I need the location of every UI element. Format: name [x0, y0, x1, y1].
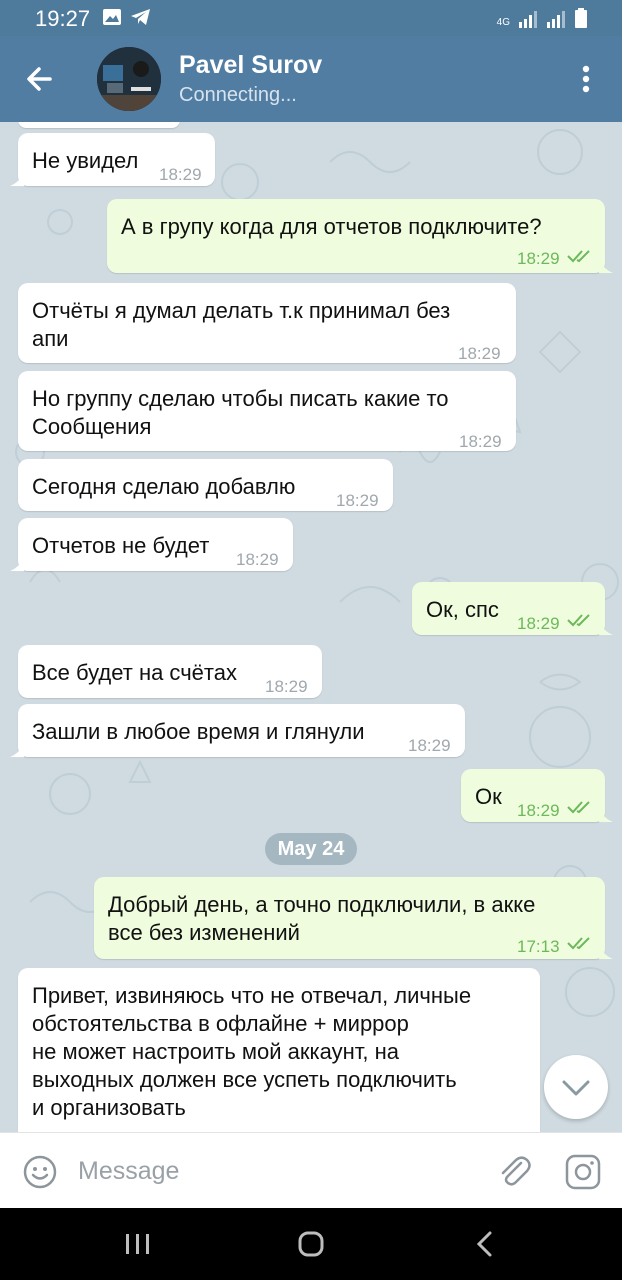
message-bubble-incoming[interactable]: Сегодня сделаю добавлю 18:29: [18, 459, 393, 511]
message-time: 18:29: [459, 432, 502, 451]
message-time: 18:29: [159, 165, 202, 184]
message-text: Ок, спс: [426, 597, 499, 622]
bubble-tail: [10, 557, 24, 571]
message-bubble-outgoing[interactable]: Добрый день, а точно подключили, в акке …: [94, 877, 613, 959]
read-check-icon: [567, 937, 590, 950]
message-time: 18:29: [236, 550, 279, 569]
home-icon[interactable]: [291, 1228, 331, 1260]
message-text: Ок: [475, 784, 502, 809]
more-options-icon[interactable]: [570, 58, 602, 100]
message-bubble-incoming[interactable]: Отчёты я думал делать т.к принимал без а…: [18, 283, 516, 363]
network-type: 4G: [496, 17, 510, 28]
bubble-tail: [599, 259, 613, 273]
system-navigation-bar: [0, 1208, 622, 1280]
message-list[interactable]: Не увидел 18:29 А в групу когда для отче…: [0, 122, 622, 1132]
message-text: Сегодня сделаю добавлю: [32, 474, 296, 499]
signal-icon: [519, 11, 537, 28]
recent-apps-icon[interactable]: [118, 1228, 158, 1260]
message-input[interactable]: [78, 1151, 478, 1191]
signal-icon-2: [547, 11, 565, 28]
message-text: Но группу сделаю чтобы писать какие то С…: [32, 386, 449, 439]
message-composer: [0, 1132, 622, 1209]
gallery-notification-icon: [103, 9, 121, 25]
message-time: 18:29: [458, 344, 501, 363]
message-time: 17:13: [517, 937, 560, 956]
message-bubble-incoming[interactable]: Зашли в любое время и глянули 18:29: [10, 704, 465, 757]
read-check-icon: [567, 614, 590, 627]
battery-icon: [575, 8, 587, 28]
message-bubble-outgoing[interactable]: Ок, спс 18:29: [412, 582, 613, 635]
status-time: 19:27: [35, 6, 91, 31]
bubble-tail: [10, 172, 24, 186]
emoji-icon[interactable]: [22, 1154, 58, 1190]
back-icon[interactable]: [466, 1228, 506, 1260]
bubble-tail: [599, 808, 613, 822]
back-arrow-icon[interactable]: [20, 58, 62, 100]
message-text: Отчёты я думал делать т.к принимал без а…: [32, 298, 451, 351]
message-bubble-incoming[interactable]: Не увидел 18:29: [10, 133, 215, 186]
bubble-tail: [599, 621, 613, 635]
message-text: А в групу когда для отчетов подключите?: [121, 214, 542, 239]
message-bubble-incoming[interactable]: Все будет на счётах 18:29: [18, 645, 322, 698]
message-time: 18:29: [336, 491, 379, 510]
telegram-notification-icon: [131, 9, 150, 25]
bubble-tail: [599, 945, 613, 959]
message-text: Отчетов не будет: [32, 533, 210, 558]
message-bubble-partial[interactable]: [18, 122, 180, 128]
message-text: Добрый день, а точно подключили, в акке …: [108, 892, 536, 945]
message-time: 18:29: [517, 249, 560, 268]
message-bubble-incoming[interactable]: Привет, извиняюсь что не отвечал, личные…: [18, 968, 540, 1132]
message-bubble-incoming[interactable]: Но группу сделаю чтобы писать какие то С…: [18, 371, 516, 451]
message-time: 18:29: [408, 736, 451, 755]
chat-header: Pavel Surov Connecting...: [0, 36, 622, 122]
message-time: 18:29: [265, 677, 308, 696]
message-time: 18:29: [517, 614, 560, 633]
avatar[interactable]: [97, 47, 161, 111]
message-text: Не увидел: [32, 148, 139, 173]
message-bubble-incoming[interactable]: Отчетов не будет 18:29: [10, 518, 293, 571]
camera-icon[interactable]: [564, 1153, 602, 1191]
message-text: Все будет на счётах: [32, 660, 237, 685]
chat-title[interactable]: Pavel Surov: [179, 51, 322, 80]
chevron-down-icon: [562, 1080, 590, 1096]
chat-status: Connecting...: [179, 84, 297, 106]
message-bubble-outgoing[interactable]: А в групу когда для отчетов подключите? …: [107, 199, 613, 273]
read-check-icon: [567, 801, 590, 814]
message-bubble-outgoing[interactable]: Ок 18:29: [461, 769, 613, 822]
scroll-to-bottom-button[interactable]: [544, 1055, 608, 1119]
bubble-tail: [10, 743, 24, 757]
read-check-icon: [567, 250, 590, 263]
status-bar: 19:27 4G: [0, 0, 622, 36]
message-text: Зашли в любое время и глянули: [32, 719, 365, 744]
message-text: Привет, извиняюсь что не отвечал, личные…: [32, 983, 472, 1120]
message-time: 18:29: [517, 801, 560, 820]
date-separator: May 24: [265, 833, 357, 865]
paperclip-icon[interactable]: [494, 1151, 534, 1191]
